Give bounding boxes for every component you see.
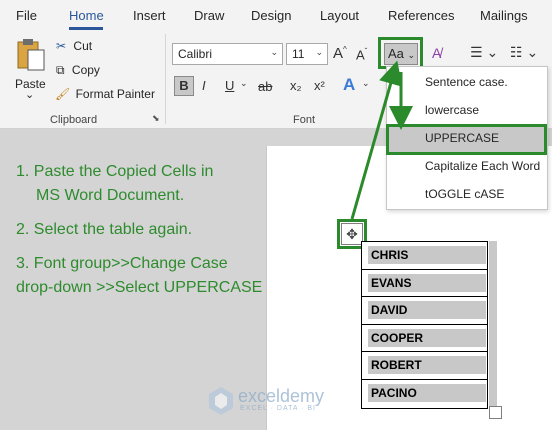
- scissors-icon: ✂: [56, 39, 67, 53]
- table-cell[interactable]: ROBERT: [368, 356, 486, 375]
- table-row[interactable]: COOPER: [362, 324, 487, 353]
- table-cell[interactable]: PACINO: [368, 383, 486, 402]
- bold-button[interactable]: B: [174, 76, 194, 96]
- instruction-text: 1. Paste the Copied Cells in MS Word Doc…: [16, 160, 276, 310]
- menu-item-label: Capitalize Each Word: [425, 159, 541, 173]
- subscript-button[interactable]: x₂: [290, 78, 302, 93]
- watermark-name: exceldemy: [238, 386, 325, 406]
- table-selection-edge: [489, 241, 497, 406]
- step-1-line-1: 1. Paste the Copied Cells in: [16, 163, 214, 180]
- table-resize-handle[interactable]: [489, 406, 502, 419]
- numbering-icon[interactable]: ☷ ⌄: [510, 44, 538, 61]
- menu-item-sentence-case[interactable]: Sentence case.: [387, 69, 547, 97]
- table-cell[interactable]: DAVID: [368, 301, 486, 320]
- table-row[interactable]: EVANS: [362, 269, 487, 298]
- names-table[interactable]: CHRIS EVANS DAVID COOPER ROBERT PACINO: [361, 241, 488, 409]
- chevron-down-icon[interactable]: ⌄: [362, 78, 370, 89]
- copy-button[interactable]: ⧉ Copy: [56, 63, 100, 78]
- menu-item-lowercase[interactable]: lowercase: [387, 97, 547, 125]
- shrink-font-glyph: A: [356, 47, 365, 63]
- highlight-box-change-case: [378, 37, 423, 69]
- paste-icon: [17, 39, 45, 71]
- menu-item-toggle-case[interactable]: tOGGLE cASE: [387, 181, 547, 209]
- menu-item-label: Sentence case.: [425, 75, 508, 89]
- tab-file[interactable]: File: [16, 8, 37, 23]
- cut-label: Cut: [73, 39, 93, 53]
- shrink-font-icon[interactable]: Aˇ: [356, 47, 367, 62]
- step-1-line-2: MS Word Document.: [36, 187, 185, 204]
- tab-mailings[interactable]: Mailings: [480, 8, 528, 23]
- paste-button[interactable]: Paste ⌄: [10, 36, 50, 108]
- table-row[interactable]: CHRIS: [362, 242, 487, 270]
- watermark-tagline: EXCEL · DATA · BI: [240, 405, 316, 412]
- tab-layout[interactable]: Layout: [320, 8, 359, 23]
- chevron-down-icon: ⌄: [315, 47, 323, 57]
- highlight-box-uppercase: [386, 124, 547, 155]
- table-row[interactable]: DAVID: [362, 297, 487, 325]
- ribbon-tab-bar: File Home Insert Draw Design Layout Refe…: [0, 0, 552, 30]
- font-size-dropdown[interactable]: 11 ⌄: [286, 43, 328, 65]
- clipboard-group-label: Clipboard: [50, 114, 98, 126]
- cut-button[interactable]: ✂ Cut: [56, 39, 92, 53]
- tab-design[interactable]: Design: [251, 8, 291, 23]
- table-cell[interactable]: EVANS: [368, 273, 486, 292]
- format-painter-button[interactable]: 🖌 Format Painter: [55, 87, 155, 101]
- grow-font-glyph: A: [333, 45, 344, 62]
- paintbrush-icon: 🖌: [55, 87, 71, 101]
- table-cell[interactable]: CHRIS: [368, 246, 486, 264]
- chevron-down-icon[interactable]: ⌄: [240, 78, 248, 89]
- copy-icon: ⧉: [56, 63, 65, 77]
- format-painter-label: Format Painter: [75, 87, 155, 101]
- copy-label: Copy: [71, 63, 100, 77]
- strikethrough-button[interactable]: ab: [258, 79, 272, 94]
- chevron-down-icon: ⌄: [270, 47, 278, 57]
- text-effects-button[interactable]: A: [343, 75, 355, 95]
- tab-home[interactable]: Home: [69, 8, 104, 23]
- clear-formatting-icon[interactable]: A̸: [432, 45, 441, 61]
- bullets-icon[interactable]: ☰ ⌄: [470, 44, 498, 61]
- step-3-line-1: 3. Font group>>Change Case: [16, 255, 228, 272]
- italic-button[interactable]: I: [202, 78, 206, 93]
- tab-references[interactable]: References: [388, 8, 454, 23]
- font-family-dropdown[interactable]: Calibri ⌄: [172, 43, 283, 65]
- menu-item-label: lowercase: [425, 103, 480, 117]
- dialog-launcher-icon[interactable]: ⬊: [152, 113, 160, 124]
- font-family-value: Calibri: [178, 47, 213, 61]
- menu-item-label: tOGGLE cASE: [425, 187, 505, 201]
- font-size-value: 11: [292, 47, 305, 61]
- grow-font-icon[interactable]: A^: [333, 45, 347, 62]
- table-row[interactable]: ROBERT: [362, 352, 487, 380]
- underline-button[interactable]: U: [225, 78, 234, 93]
- table-row[interactable]: PACINO: [362, 379, 487, 408]
- step-2: 2. Select the table again.: [16, 221, 193, 238]
- group-separator: [165, 34, 166, 124]
- table-cell[interactable]: COOPER: [368, 328, 486, 347]
- tab-draw[interactable]: Draw: [194, 8, 224, 23]
- tab-insert[interactable]: Insert: [133, 8, 166, 23]
- menu-item-capitalize-each-word[interactable]: Capitalize Each Word: [387, 153, 547, 181]
- superscript-button[interactable]: x²: [314, 78, 325, 93]
- font-group-label: Font: [293, 114, 316, 126]
- chevron-down-icon: ⌄: [25, 89, 35, 101]
- step-3-line-2: drop-down >>Select UPPERCASE: [16, 279, 263, 296]
